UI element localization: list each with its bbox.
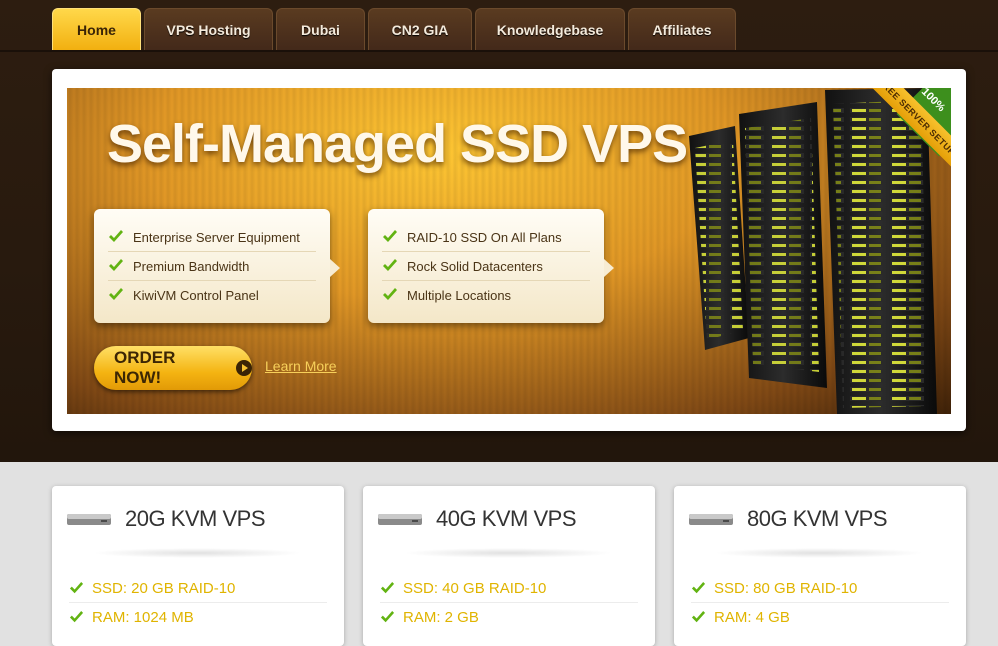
tab-affiliates[interactable]: Affiliates xyxy=(628,8,736,50)
check-icon xyxy=(109,230,123,242)
plan-card[interactable]: 20G KVM VPS SSD: 20 GB RAID-10 RAM: 1024… xyxy=(52,486,344,646)
tab-home[interactable]: Home xyxy=(52,8,141,50)
feature-item: Premium Bandwidth xyxy=(108,252,316,281)
plan-title: 80G KVM VPS xyxy=(747,506,888,531)
plan-features: SSD: 80 GB RAID-10 RAM: 4 GB xyxy=(691,574,949,631)
plan-header: 20G KVM VPS xyxy=(67,506,266,532)
check-icon xyxy=(380,581,395,593)
server-rack-illustration: FREE SERVER SETUP 100% xyxy=(687,88,951,414)
plan-header: 40G KVM VPS xyxy=(378,506,577,532)
feature-item: Enterprise Server Equipment xyxy=(108,223,316,252)
feature-box-right: RAID-10 SSD On All Plans Rock Solid Data… xyxy=(368,209,614,323)
plan-feature-item: SSD: 40 GB RAID-10 xyxy=(380,574,638,603)
plan-divider xyxy=(714,548,924,558)
plan-divider xyxy=(92,548,302,558)
order-now-button[interactable]: ORDER NOW! xyxy=(94,346,252,390)
plan-features: SSD: 20 GB RAID-10 RAM: 1024 MB xyxy=(69,574,327,631)
feature-item: Rock Solid Datacenters xyxy=(382,252,590,281)
banner-title: Self-Managed SSD VPS xyxy=(107,114,688,174)
feature-label: Enterprise Server Equipment xyxy=(133,229,300,245)
plan-title: 40G KVM VPS xyxy=(436,506,577,531)
server-racks-image xyxy=(689,88,937,414)
learn-more-link[interactable]: Learn More xyxy=(265,358,337,374)
hero-banner: Self-Managed SSD VPS Enterprise Server E… xyxy=(67,88,951,414)
plan-card[interactable]: 80G KVM VPS SSD: 80 GB RAID-10 RAM: 4 GB xyxy=(674,486,966,646)
tab-cn2-gia[interactable]: CN2 GIA xyxy=(368,8,472,50)
check-icon xyxy=(383,230,397,242)
feature-label: Multiple Locations xyxy=(407,287,512,303)
banner-frame: Self-Managed SSD VPS Enterprise Server E… xyxy=(52,69,966,431)
check-icon xyxy=(69,581,84,593)
plan-feature-item: SSD: 20 GB RAID-10 xyxy=(69,574,327,603)
hard-drive-icon xyxy=(378,514,422,525)
feature-label: Premium Bandwidth xyxy=(133,258,250,274)
feature-item: KiwiVM Control Panel xyxy=(108,281,316,309)
plan-card[interactable]: 40G KVM VPS SSD: 40 GB RAID-10 RAM: 2 GB xyxy=(363,486,655,646)
feature-label: KiwiVM Control Panel xyxy=(133,287,259,303)
check-icon xyxy=(691,610,706,622)
check-icon xyxy=(109,288,123,300)
plan-feature-label: SSD: 40 GB RAID-10 xyxy=(403,579,547,597)
arrow-right-icon xyxy=(236,360,252,376)
plan-title: 20G KVM VPS xyxy=(125,506,266,531)
check-icon xyxy=(383,259,397,271)
plan-features: SSD: 40 GB RAID-10 RAM: 2 GB xyxy=(380,574,638,631)
feature-label: RAID-10 SSD On All Plans xyxy=(407,229,562,245)
main-nav: Home VPS Hosting Dubai CN2 GIA Knowledge… xyxy=(52,8,739,50)
page-header: Home VPS Hosting Dubai CN2 GIA Knowledge… xyxy=(0,0,998,462)
nav-divider xyxy=(0,50,998,52)
hard-drive-icon xyxy=(67,514,111,525)
check-icon xyxy=(69,610,84,622)
tab-knowledgebase[interactable]: Knowledgebase xyxy=(475,8,625,50)
plan-cards: 20G KVM VPS SSD: 20 GB RAID-10 RAM: 1024… xyxy=(52,486,966,646)
check-icon xyxy=(380,610,395,622)
check-icon xyxy=(691,581,706,593)
hard-drive-icon xyxy=(689,514,733,525)
plan-feature-label: SSD: 20 GB RAID-10 xyxy=(92,579,236,597)
plan-feature-item: SSD: 80 GB RAID-10 xyxy=(691,574,949,603)
check-icon xyxy=(383,288,397,300)
plan-feature-item: RAM: 1024 MB xyxy=(69,603,327,631)
plan-header: 80G KVM VPS xyxy=(689,506,888,532)
feature-item: Multiple Locations xyxy=(382,281,590,309)
tab-dubai[interactable]: Dubai xyxy=(276,8,365,50)
tab-vps-hosting[interactable]: VPS Hosting xyxy=(144,8,273,50)
feature-label: Rock Solid Datacenters xyxy=(407,258,543,274)
plan-divider xyxy=(403,548,613,558)
feature-item: RAID-10 SSD On All Plans xyxy=(382,223,590,252)
order-now-label: ORDER NOW! xyxy=(114,348,176,387)
plan-feature-label: SSD: 80 GB RAID-10 xyxy=(714,579,858,597)
plan-feature-item: RAM: 4 GB xyxy=(691,603,949,631)
plan-feature-item: RAM: 2 GB xyxy=(380,603,638,631)
check-icon xyxy=(109,259,123,271)
feature-box-left: Enterprise Server Equipment Premium Band… xyxy=(94,209,340,323)
